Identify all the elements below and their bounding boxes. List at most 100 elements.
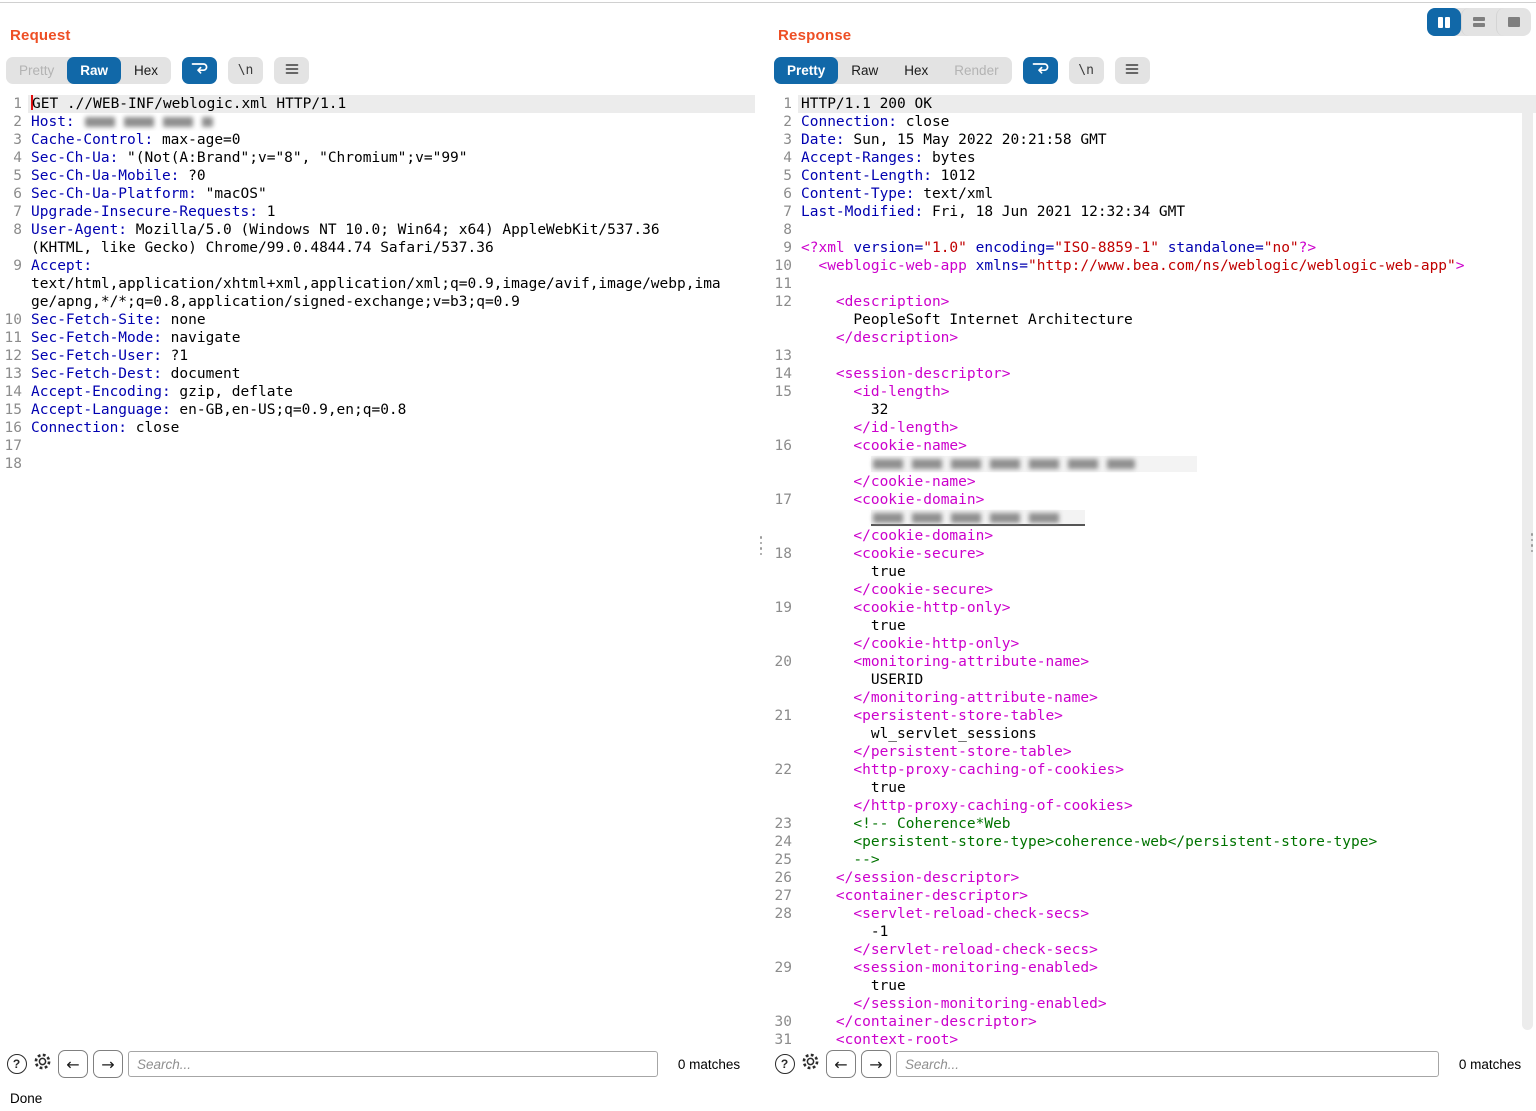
code-line: 17	[0, 437, 755, 455]
code-line: wl_servlet_sessions	[768, 725, 1536, 743]
help-button[interactable]: ?	[774, 1054, 795, 1075]
line-content: Connection: close	[28, 419, 755, 437]
line-content: Sec-Ch-Ua-Mobile: ?0	[28, 167, 755, 185]
line-number: 18	[0, 455, 28, 473]
line-content: Sec-Fetch-User: ?1	[28, 347, 755, 365]
line-content: Sec-Fetch-Mode: navigate	[28, 329, 755, 347]
line-number	[768, 473, 798, 491]
code-line: 11Sec-Fetch-Mode: navigate	[0, 329, 755, 347]
code-line: 25 -->	[768, 851, 1536, 869]
line-number	[768, 401, 798, 419]
code-line: </cookie-http-only>	[768, 635, 1536, 653]
help-button[interactable]: ?	[6, 1054, 27, 1075]
scrollbar-thumb[interactable]	[1522, 100, 1533, 1030]
code-line: 12Sec-Fetch-User: ?1	[0, 347, 755, 365]
tab-render: Render	[941, 57, 1011, 84]
line-number: 1	[0, 95, 28, 113]
line-number: 12	[768, 293, 798, 311]
line-number	[768, 617, 798, 635]
line-content: <!-- Coherence*Web	[798, 815, 1536, 833]
word-wrap-button[interactable]	[1023, 57, 1058, 84]
line-number: 15	[0, 401, 28, 419]
code-line: 30 </container-descriptor>	[768, 1013, 1536, 1031]
code-line: 32	[768, 401, 1536, 419]
line-number	[768, 527, 798, 545]
word-wrap-button[interactable]	[182, 57, 217, 84]
line-content: Accept-Encoding: gzip, deflate	[28, 383, 755, 401]
search-settings-button[interactable]	[800, 1054, 821, 1075]
line-content: <session-descriptor>	[798, 365, 1536, 383]
code-line: 27 <container-descriptor>	[768, 887, 1536, 905]
line-number: 13	[0, 365, 28, 383]
line-content: <context-root>	[798, 1031, 1536, 1046]
request-search-input[interactable]	[128, 1051, 658, 1077]
line-content: -1	[798, 923, 1536, 941]
line-content: </cookie-name>	[798, 473, 1536, 491]
code-line: 3Cache-Control: max-age=0	[0, 131, 755, 149]
previous-match-button[interactable]: ←	[826, 1050, 856, 1078]
panel-collapse-grip[interactable]	[1529, 533, 1535, 552]
gear-icon	[32, 1051, 53, 1077]
code-line: 28 <servlet-reload-check-secs>	[768, 905, 1536, 923]
panel-divider[interactable]	[755, 3, 768, 1086]
line-content	[798, 275, 1536, 293]
line-content	[798, 221, 1536, 239]
tab-raw[interactable]: Raw	[838, 57, 891, 84]
tab-raw[interactable]: Raw	[67, 57, 121, 84]
code-line: 21 <persistent-store-table>	[768, 707, 1536, 725]
code-line: 4Sec-Ch-Ua: "(Not(A:Brand";v="8", "Chrom…	[0, 149, 755, 167]
line-content: </servlet-reload-check-secs>	[798, 941, 1536, 959]
tab-hex[interactable]: Hex	[891, 57, 941, 84]
code-line: 26 </session-descriptor>	[768, 869, 1536, 887]
code-line: true	[768, 617, 1536, 635]
code-line: 31 <context-root>	[768, 1031, 1536, 1046]
code-line: 22 <http-proxy-caching-of-cookies>	[768, 761, 1536, 779]
code-line: 13Sec-Fetch-Dest: document	[0, 365, 755, 383]
line-number: 4	[0, 149, 28, 167]
line-content: </http-proxy-caching-of-cookies>	[798, 797, 1536, 815]
next-match-button[interactable]: →	[93, 1050, 123, 1078]
tab-pretty: Pretty	[6, 57, 67, 84]
left-arrow-icon: ←	[834, 1055, 847, 1074]
editor-menu-button[interactable]	[274, 57, 309, 84]
previous-match-button[interactable]: ←	[58, 1050, 88, 1078]
line-number: 6	[768, 185, 798, 203]
response-search-input[interactable]	[896, 1051, 1439, 1077]
line-content: (KHTML, like Gecko) Chrome/99.0.4844.74 …	[28, 239, 755, 257]
request-editor[interactable]: 1GET .//WEB-INF/weblogic.xml HTTP/1.12Ho…	[0, 95, 755, 1046]
code-line: 24 <persistent-store-type>coherence-web<…	[768, 833, 1536, 851]
line-content	[28, 455, 755, 473]
line-number: 27	[768, 887, 798, 905]
code-line: true	[768, 563, 1536, 581]
line-content: Sec-Fetch-Site: none	[28, 311, 755, 329]
code-line: 6Sec-Ch-Ua-Platform: "macOS"	[0, 185, 755, 203]
code-line: </description>	[768, 329, 1536, 347]
next-match-button[interactable]: →	[861, 1050, 891, 1078]
line-number: 17	[768, 491, 798, 509]
line-content: <weblogic-web-app xmlns="http://www.bea.…	[798, 257, 1536, 275]
tab-pretty[interactable]: Pretty	[774, 57, 838, 84]
editor-menu-button[interactable]	[1115, 57, 1150, 84]
search-settings-button[interactable]	[32, 1054, 53, 1075]
panel-resize-grip[interactable]	[758, 536, 764, 555]
code-line: 20 <monitoring-attribute-name>	[768, 653, 1536, 671]
show-newlines-button[interactable]: \n	[228, 57, 263, 84]
line-content: true	[798, 563, 1536, 581]
menu-icon	[1125, 62, 1139, 80]
line-content: Content-Type: text/xml	[798, 185, 1536, 203]
line-content: USERID	[798, 671, 1536, 689]
line-number: 15	[768, 383, 798, 401]
response-editor[interactable]: 1HTTP/1.1 200 OK2Connection: close3Date:…	[768, 95, 1536, 1046]
line-number	[768, 779, 798, 797]
line-number: 7	[768, 203, 798, 221]
code-line: 7Last-Modified: Fri, 18 Jun 2021 12:32:3…	[768, 203, 1536, 221]
line-content: User-Agent: Mozilla/5.0 (Windows NT 10.0…	[28, 221, 755, 239]
line-number: 12	[0, 347, 28, 365]
tab-hex[interactable]: Hex	[121, 57, 171, 84]
line-content: ge/apng,*/*;q=0.8,application/signed-exc…	[28, 293, 755, 311]
code-line: 3Date: Sun, 15 May 2022 20:21:58 GMT	[768, 131, 1536, 149]
show-newlines-button[interactable]: \n	[1069, 57, 1104, 84]
code-line: 5Sec-Ch-Ua-Mobile: ?0	[0, 167, 755, 185]
line-content: Host:	[28, 113, 755, 131]
code-line: -1	[768, 923, 1536, 941]
